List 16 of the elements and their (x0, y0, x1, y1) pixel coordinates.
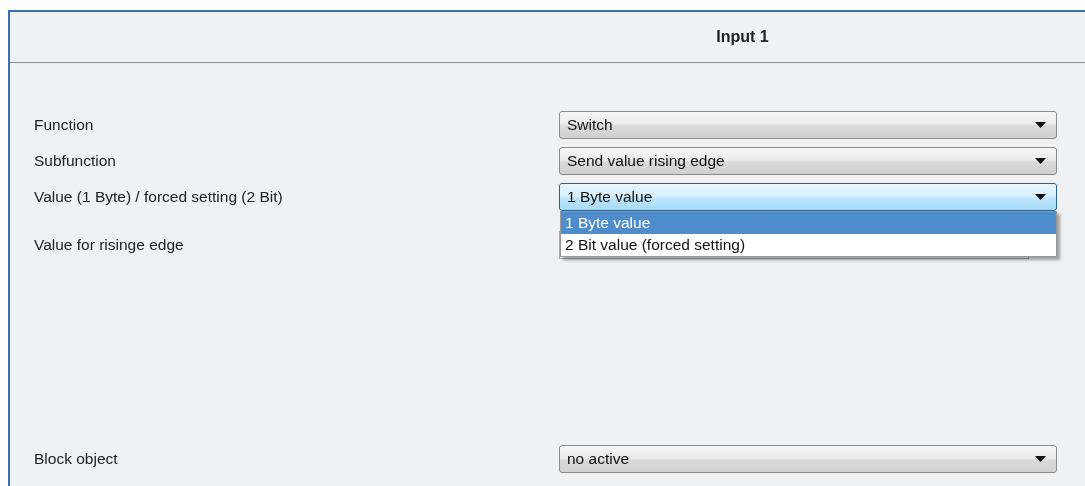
caret-icon (1035, 194, 1046, 200)
dropdown[interactable]: Send value rising edge (559, 147, 1057, 175)
dropdown[interactable]: 1 Byte value (559, 183, 1057, 211)
dropdown[interactable]: Switch (559, 111, 1057, 139)
setting-label: Value (1 Byte) / forced setting (2 Bit) (33, 188, 284, 206)
setting-label: Block object (33, 450, 119, 468)
dropdown-option[interactable]: 2 Bit value (forced setting) (561, 234, 1056, 256)
caret-icon (1035, 456, 1046, 462)
panel-title: Input 1 (716, 28, 769, 46)
dropdown[interactable]: no active (559, 445, 1057, 473)
setting-label: Value for risinge edge (33, 236, 185, 254)
caret-icon (1035, 158, 1046, 164)
setting-label: Subfunction (33, 152, 117, 170)
setting-label: Function (33, 116, 95, 134)
caret-icon (1035, 122, 1046, 128)
dropdown-option[interactable]: 1 Byte value (561, 212, 1056, 234)
